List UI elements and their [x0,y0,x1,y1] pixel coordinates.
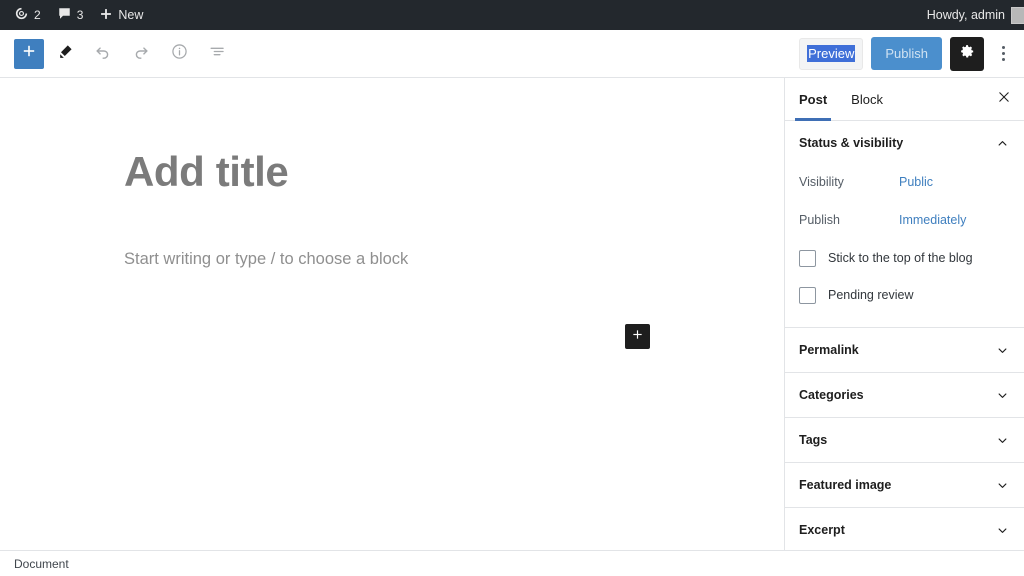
panel-permalink-title: Permalink [799,343,859,357]
undo-arrow-icon [93,41,113,66]
editor-canvas[interactable]: Add title Start writing or type / to cho… [0,78,784,550]
comment-bubble-icon [57,6,72,24]
panel-excerpt: Excerpt [785,508,1024,550]
editor-actions-group: Preview Publish [799,36,1016,71]
editor-tools-group [14,37,234,71]
panel-featured-image-title: Featured image [799,478,892,492]
paragraph-placeholder: Start writing or type / to choose a bloc… [124,250,409,268]
panel-featured-image: Featured image [785,463,1024,508]
admin-bar-updates[interactable]: 2 [6,0,49,30]
admin-bar-account[interactable]: Howdy, admin [919,0,1024,30]
undo-button[interactable] [86,37,120,71]
close-icon [997,90,1011,109]
visibility-row: Visibility Public [799,165,1010,199]
tab-post-label: Post [799,91,828,107]
panel-excerpt-header[interactable]: Excerpt [785,508,1024,550]
sidebar-tabs: Post Block [785,78,1024,121]
editor-top-bar: Preview Publish [0,30,1024,78]
wordpress-block-editor: 2 3 New Howdy, admin Preview Publish Add… [0,0,1024,576]
info-circle-icon [170,42,189,66]
plus-icon [631,328,644,346]
publish-button-label: Publish [885,46,928,61]
pending-review-checkbox-row[interactable]: Pending review [799,279,1010,311]
publish-date-label: Publish [799,213,840,227]
publish-date-row: Publish Immediately [799,203,1010,237]
comments-count: 3 [76,8,84,22]
panel-tags-header[interactable]: Tags [785,418,1024,462]
panel-status-visibility-body: Visibility Public Publish Immediately St… [785,165,1024,327]
tab-block-label: Block [851,91,883,107]
admin-bar-new-label: New [118,8,144,22]
close-sidebar-button[interactable] [984,78,1024,120]
details-button[interactable] [162,37,196,71]
publish-button[interactable]: Publish [871,37,942,70]
tab-post[interactable]: Post [787,78,839,121]
preview-button[interactable]: Preview [799,37,864,70]
wp-admin-bar: 2 3 New Howdy, admin [0,0,1024,30]
redo-arrow-icon [131,41,151,66]
visibility-label: Visibility [799,175,844,189]
paragraph-block[interactable]: Start writing or type / to choose a bloc… [124,248,651,270]
gear-icon [959,43,976,65]
chevron-down-icon [995,478,1010,493]
add-block-button[interactable] [14,38,44,69]
wordpress-updates-icon [14,6,29,24]
panel-permalink-header[interactable]: Permalink [785,328,1024,372]
pending-review-checkbox[interactable] [799,286,816,304]
more-options-button[interactable] [992,37,1014,71]
panel-categories-header[interactable]: Categories [785,373,1024,417]
pending-review-checkbox-label: Pending review [828,288,914,302]
panel-status-visibility-header[interactable]: Status & visibility [785,121,1024,165]
sticky-checkbox-label: Stick to the top of the blog [828,251,973,265]
panel-status-visibility-title: Status & visibility [799,136,904,150]
list-view-icon [208,42,227,66]
publish-date-value-button[interactable]: Immediately [899,213,966,227]
admin-bar-new[interactable]: New [91,0,151,30]
editor-status-bar: Document [0,550,1024,576]
redo-button[interactable] [124,37,158,71]
inline-block-inserter-button[interactable] [625,324,650,349]
tools-button[interactable] [48,37,82,71]
pencil-icon [56,42,75,66]
chevron-down-icon [995,433,1010,448]
panel-tags: Tags [785,418,1024,463]
avatar [1011,6,1024,24]
list-view-button[interactable] [200,37,234,71]
sticky-checkbox[interactable] [799,249,816,267]
post-title-input[interactable]: Add title [124,148,289,196]
panel-excerpt-title: Excerpt [799,523,845,537]
visibility-value-button[interactable]: Public [899,175,933,189]
chevron-down-icon [995,523,1010,538]
chevron-down-icon [995,343,1010,358]
panel-featured-image-header[interactable]: Featured image [785,463,1024,507]
panel-categories: Categories [785,373,1024,418]
three-dots-vertical-icon [1001,46,1005,61]
updates-count: 2 [34,8,41,22]
breadcrumb[interactable]: Document [14,557,69,571]
chevron-up-icon [995,136,1010,151]
panel-categories-title: Categories [799,388,864,402]
howdy-label: Howdy, admin [926,8,1005,22]
settings-button[interactable] [950,36,984,71]
editor-body: Add title Start writing or type / to cho… [0,78,1024,550]
plus-icon [21,43,37,64]
sticky-checkbox-row[interactable]: Stick to the top of the blog [799,242,1010,274]
panel-tags-title: Tags [799,433,828,447]
preview-button-label: Preview [807,45,856,62]
panel-status-visibility: Status & visibility Visibility Public Pu… [785,121,1024,328]
admin-bar-comments[interactable]: 3 [49,0,92,30]
plus-icon [99,7,113,24]
chevron-down-icon [995,388,1010,403]
tab-block[interactable]: Block [839,78,895,120]
panel-permalink: Permalink [785,328,1024,373]
settings-sidebar: Post Block Status & visibility Visibilit… [784,78,1024,550]
